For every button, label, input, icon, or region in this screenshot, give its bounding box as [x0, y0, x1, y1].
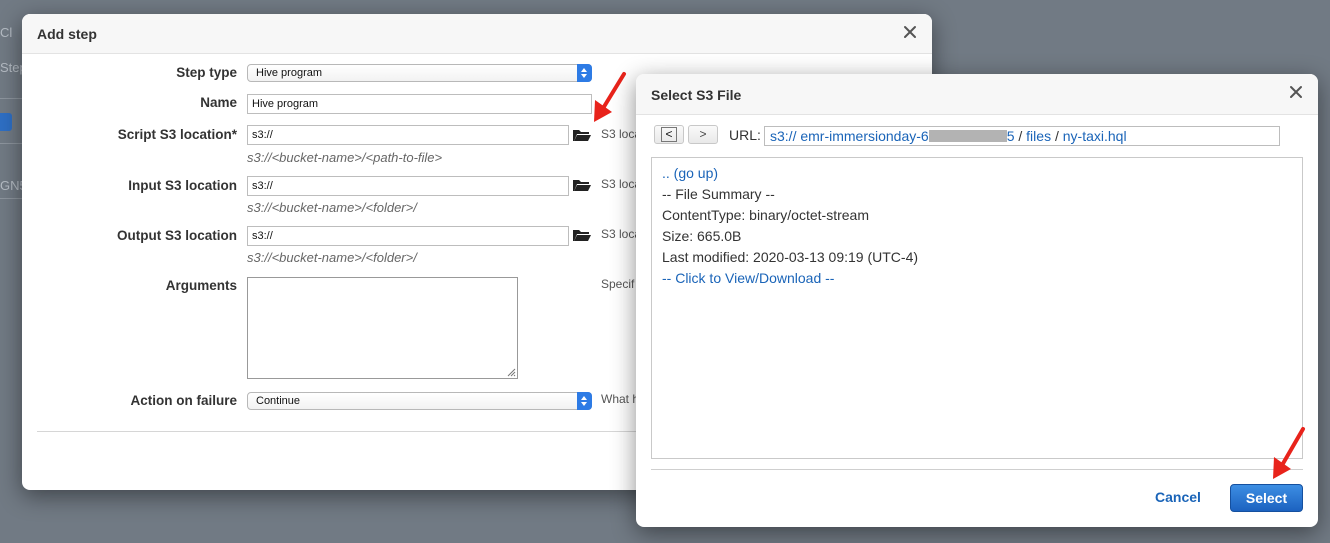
arguments-description: Specif: [601, 277, 635, 291]
annotation-arrow-icon: [1273, 427, 1305, 479]
step-type-value: Hive program: [256, 67, 323, 79]
resize-grip-icon[interactable]: [506, 367, 516, 377]
script-s3-label: Script S3 location*: [117, 127, 237, 142]
script-s3-input[interactable]: s3://: [247, 125, 569, 145]
name-input[interactable]: Hive program: [247, 94, 592, 114]
footer-divider: [651, 469, 1303, 470]
redacted-text: [928, 130, 1007, 142]
output-s3-input[interactable]: s3://: [247, 226, 569, 246]
arguments-textarea[interactable]: [247, 277, 518, 379]
background-divider: [0, 98, 22, 99]
bucket-link[interactable]: s3:// emr-immersionday-6: [770, 128, 929, 144]
size-text: Size: 665.0B: [662, 228, 742, 244]
script-s3-hint: s3://<bucket-name>/<path-to-file>: [247, 150, 443, 165]
dialog-header: Add step: [22, 14, 932, 54]
forward-button[interactable]: >: [688, 125, 718, 144]
name-label: Name: [200, 95, 237, 110]
action-on-failure-select[interactable]: Continue: [247, 392, 592, 410]
input-s3-input[interactable]: s3://: [247, 176, 569, 196]
dialog-title: Add step: [37, 26, 97, 42]
folder-open-icon[interactable]: [572, 177, 592, 193]
last-modified-text: Last modified: 2020-03-13 09:19 (UTC-4): [662, 249, 919, 265]
url-field[interactable]: s3:// emr-immersionday-6 5 / files / ny-t…: [764, 126, 1280, 146]
background-text: GN5: [0, 178, 27, 193]
path-separator: /: [1051, 128, 1063, 144]
dialog-header: Select S3 File: [636, 74, 1318, 115]
url-label: URL:: [729, 127, 761, 143]
step-type-select[interactable]: Hive program: [247, 64, 592, 82]
file-summary-heading: -- File Summary --: [662, 186, 775, 202]
bucket-link-suffix[interactable]: 5: [1007, 128, 1015, 144]
dialog-title: Select S3 File: [651, 87, 742, 103]
chevron-updown-icon: [577, 392, 592, 410]
background-select: [0, 113, 12, 131]
back-button[interactable]: <: [654, 125, 684, 144]
input-s3-hint: s3://<bucket-name>/<folder>/: [247, 200, 417, 215]
folder-link[interactable]: files: [1026, 128, 1051, 144]
background-text: Step: [0, 60, 27, 75]
select-button[interactable]: Select: [1230, 484, 1303, 512]
cancel-button[interactable]: Cancel: [1155, 489, 1201, 505]
path-separator: /: [1014, 128, 1027, 144]
output-s3-hint: s3://<bucket-name>/<folder>/: [247, 250, 417, 265]
select-s3-file-dialog: Select S3 File < > URL: s3:// emr-immers…: [636, 74, 1318, 527]
file-link[interactable]: ny-taxi.hql: [1063, 128, 1127, 144]
input-s3-label: Input S3 location: [128, 178, 237, 193]
go-up-link[interactable]: .. (go up): [662, 163, 1292, 184]
file-browser-pane: .. (go up) -- File Summary -- ContentTyp…: [651, 157, 1303, 459]
arguments-label: Arguments: [165, 278, 237, 293]
view-download-link[interactable]: -- Click to View/Download --: [662, 268, 1292, 289]
folder-open-icon[interactable]: [572, 127, 592, 143]
close-icon[interactable]: [1288, 84, 1304, 100]
folder-open-icon[interactable]: [572, 227, 592, 243]
annotation-arrow-icon: [594, 72, 626, 122]
step-type-label: Step type: [176, 65, 237, 80]
content-type-text: ContentType: binary/octet-stream: [662, 207, 869, 223]
background-text: Cl: [0, 25, 13, 40]
action-on-failure-label: Action on failure: [130, 393, 237, 408]
action-on-failure-value: Continue: [256, 395, 301, 407]
background-divider: [0, 198, 22, 199]
background-divider: [0, 143, 22, 144]
action-on-failure-description: What h: [601, 392, 640, 406]
output-s3-label: Output S3 location: [117, 228, 237, 243]
close-icon[interactable]: [902, 24, 918, 40]
